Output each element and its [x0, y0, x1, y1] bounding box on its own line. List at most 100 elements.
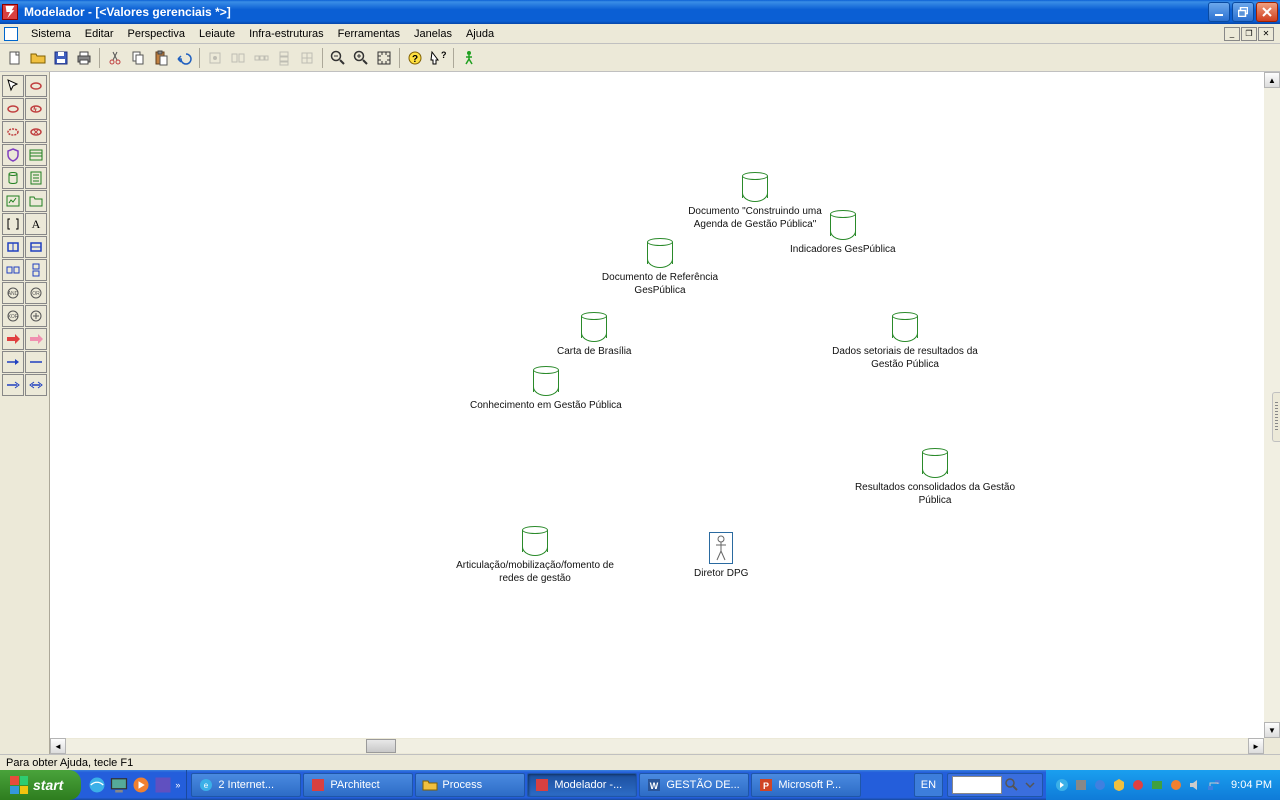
context-help-button[interactable]: ? [427, 47, 449, 69]
ellipse-red-tool[interactable] [2, 98, 24, 120]
task-powerpoint[interactable]: PMicrosoft P... [751, 773, 861, 797]
menu-leiaute[interactable]: Leiaute [192, 26, 242, 42]
pink-arrow-tool[interactable] [25, 328, 47, 350]
deskbar-menu-icon[interactable] [1022, 777, 1038, 793]
start-button[interactable]: start [0, 770, 81, 800]
node-actor-diretor[interactable]: Diretor DPG [694, 532, 748, 581]
tray-volume-icon[interactable] [1187, 777, 1203, 793]
new-button[interactable] [4, 47, 26, 69]
node-doc-referencia[interactable]: Documento de Referência GesPública [575, 238, 745, 297]
close-button[interactable] [1256, 2, 1278, 22]
ellipse-bolt2-tool[interactable] [25, 121, 47, 143]
menu-infraestruturas[interactable]: Infra-estruturas [242, 26, 331, 42]
zoom-in-button[interactable] [350, 47, 372, 69]
scroll-down-button[interactable]: ▼ [1264, 722, 1280, 738]
line-arrow-tool[interactable] [2, 351, 24, 373]
paste-button[interactable] [150, 47, 172, 69]
node-articulacao[interactable]: Articulação/mobilização/fomento de redes… [450, 526, 620, 585]
pointer-tool[interactable] [2, 75, 24, 97]
node-resultados[interactable]: Resultados consolidados da Gestão Públic… [850, 448, 1020, 507]
box-blue-4-tool[interactable] [25, 259, 47, 281]
tray-icon-2[interactable] [1092, 777, 1108, 793]
search-icon[interactable] [1004, 777, 1020, 793]
ql-expand-icon[interactable]: » [175, 780, 180, 790]
bidir-arrow-tool[interactable] [25, 374, 47, 396]
help-button[interactable]: ? [404, 47, 426, 69]
shield-tool[interactable] [2, 144, 24, 166]
mdi-system-icon[interactable] [4, 27, 18, 41]
menu-janelas[interactable]: Janelas [407, 26, 459, 42]
print-button[interactable] [73, 47, 95, 69]
task-parchitect[interactable]: PArchitect [303, 773, 413, 797]
line-tool[interactable] [25, 351, 47, 373]
task-process[interactable]: Process [415, 773, 525, 797]
mdi-minimize-button[interactable]: _ [1224, 27, 1240, 41]
save-button[interactable] [50, 47, 72, 69]
mdi-restore-button[interactable]: ❐ [1241, 27, 1257, 41]
chart-tool[interactable] [2, 190, 24, 212]
side-panel-grip[interactable] [1272, 392, 1280, 442]
and-gate-tool[interactable]: AND [2, 282, 24, 304]
folder-tool[interactable] [25, 190, 47, 212]
ql-app-icon[interactable] [153, 774, 173, 796]
or-gate-tool[interactable]: OR [25, 282, 47, 304]
xor-gate-tool[interactable]: XOR [2, 305, 24, 327]
ql-media-icon[interactable] [131, 774, 151, 796]
node-conhecimento[interactable]: Conhecimento em Gestão Pública [470, 366, 622, 413]
tray-chevron-icon[interactable] [1054, 777, 1070, 793]
scroll-right-button[interactable]: ► [1248, 738, 1264, 754]
undo-button[interactable] [173, 47, 195, 69]
gate-4-tool[interactable] [25, 305, 47, 327]
table-tool[interactable] [25, 144, 47, 166]
diagram-canvas[interactable]: Documento "Construindo uma Agenda de Ges… [50, 72, 1264, 738]
cylinder-icon [647, 238, 673, 268]
copy-button[interactable] [127, 47, 149, 69]
tray-network-icon[interactable] [1206, 777, 1222, 793]
scroll-left-button[interactable]: ◄ [50, 738, 66, 754]
menu-sistema[interactable]: Sistema [24, 26, 78, 42]
tray-clock[interactable]: 9:04 PM [1231, 779, 1272, 791]
cylinder-tool[interactable] [2, 167, 24, 189]
run-button[interactable] [458, 47, 480, 69]
text-tool[interactable]: A [25, 213, 47, 235]
tray-icon-6[interactable] [1168, 777, 1184, 793]
task-modelador[interactable]: Modelador -... [527, 773, 637, 797]
task-gestao[interactable]: WGESTÃO DE... [639, 773, 749, 797]
menu-perspectiva[interactable]: Perspectiva [121, 26, 192, 42]
bracket-tool[interactable] [2, 213, 24, 235]
node-carta-brasilia[interactable]: Carta de Brasília [557, 312, 631, 359]
horizontal-scrollbar[interactable]: ◄ ► [50, 738, 1264, 754]
ellipse-tool[interactable] [25, 75, 47, 97]
restore-button[interactable] [1232, 2, 1254, 22]
box-blue-2-tool[interactable] [25, 236, 47, 258]
scroll-up-button[interactable]: ▲ [1264, 72, 1280, 88]
red-arrow-tool[interactable] [2, 328, 24, 350]
minimize-button[interactable] [1208, 2, 1230, 22]
menu-ferramentas[interactable]: Ferramentas [331, 26, 407, 42]
tray-icon-1[interactable] [1073, 777, 1089, 793]
ql-desktop-icon[interactable] [109, 774, 129, 796]
ql-ie-icon[interactable] [87, 774, 107, 796]
tray-icon-5[interactable] [1149, 777, 1165, 793]
tray-icon-3[interactable] [1111, 777, 1127, 793]
task-internet-explorer[interactable]: e2 Internet... [191, 773, 301, 797]
deskbar-search-input[interactable] [952, 776, 1002, 794]
menu-ajuda[interactable]: Ajuda [459, 26, 501, 42]
language-indicator[interactable]: EN [914, 773, 943, 797]
zoom-out-button[interactable] [327, 47, 349, 69]
box-blue-1-tool[interactable] [2, 236, 24, 258]
document-tool[interactable] [25, 167, 47, 189]
zoom-fit-button[interactable] [373, 47, 395, 69]
tray-icon-4[interactable] [1130, 777, 1146, 793]
node-dados-setoriais[interactable]: Dados setoriais de resultados da Gestão … [820, 312, 990, 371]
ellipse-bolt-tool[interactable] [25, 98, 47, 120]
scroll-thumb[interactable] [366, 739, 396, 753]
node-indicadores[interactable]: Indicadores GesPública [790, 210, 896, 257]
mdi-close-button[interactable]: ✕ [1258, 27, 1274, 41]
box-blue-3-tool[interactable] [2, 259, 24, 281]
line-arrow2-tool[interactable] [2, 374, 24, 396]
menu-editar[interactable]: Editar [78, 26, 121, 42]
cut-button[interactable] [104, 47, 126, 69]
ellipse-dash-tool[interactable] [2, 121, 24, 143]
open-button[interactable] [27, 47, 49, 69]
